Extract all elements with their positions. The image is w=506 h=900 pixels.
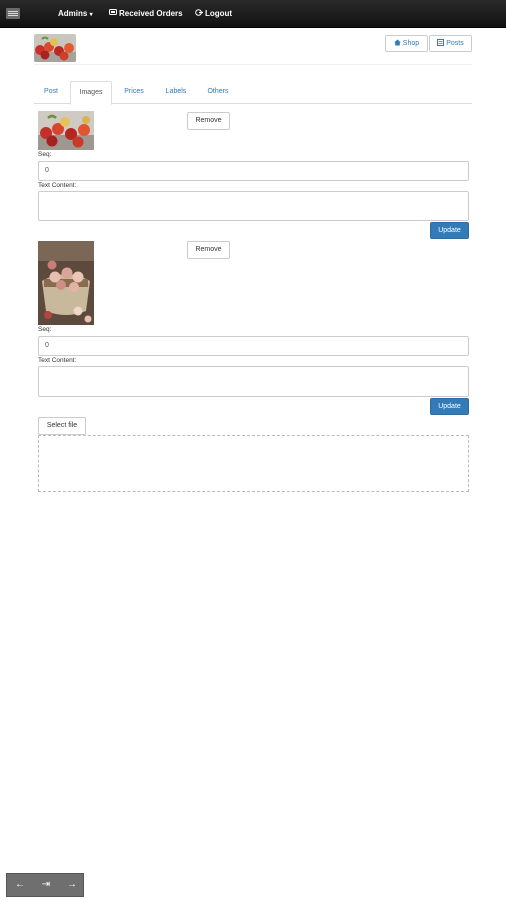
top-navbar: Admins ▾ Received Orders Logout xyxy=(0,0,506,28)
remove-image-2-button[interactable]: Remove xyxy=(187,241,230,259)
tab-prices-label: Prices xyxy=(124,88,144,95)
tab-prices[interactable]: Prices xyxy=(114,81,154,104)
update-label: Update xyxy=(438,403,461,410)
update-image-1-button[interactable]: Update xyxy=(430,222,469,239)
admins-dropdown[interactable]: Admins ▾ xyxy=(58,9,93,18)
forward-arrow-icon[interactable]: → xyxy=(59,874,85,896)
cart-icon xyxy=(109,9,117,18)
text-content-label-1: Text Content: xyxy=(38,182,77,189)
posts-button[interactable]: Posts xyxy=(429,35,472,52)
caret-down-icon: ▾ xyxy=(89,12,93,18)
product-image-1 xyxy=(38,111,94,150)
received-orders-link[interactable]: Received Orders xyxy=(109,9,183,18)
bottom-toolbar: ← ⇥ → xyxy=(6,873,84,897)
admins-label: Admins xyxy=(58,9,88,18)
header-divider xyxy=(34,64,472,65)
seq-label-2: Seq: xyxy=(38,326,52,333)
update-label: Update xyxy=(438,227,461,234)
tab-bar: Post Images Prices Labels Others xyxy=(34,81,472,105)
logout-icon xyxy=(195,9,203,18)
select-file-button[interactable]: Select file xyxy=(38,417,86,435)
select-file-label: Select file xyxy=(46,422,78,429)
update-image-2-button[interactable]: Update xyxy=(430,398,469,415)
home-icon xyxy=(394,39,403,47)
tab-others[interactable]: Others xyxy=(198,81,238,104)
received-orders-label: Received Orders xyxy=(119,9,183,18)
seq-label-1: Seq: xyxy=(38,151,52,158)
text-content-input-2[interactable] xyxy=(38,366,469,397)
tab-images[interactable]: Images xyxy=(70,81,112,105)
remove-image-1-button[interactable]: Remove xyxy=(187,112,230,130)
post-thumbnail xyxy=(34,34,76,62)
tab-labels-label: Labels xyxy=(165,88,187,95)
tab-others-label: Others xyxy=(207,88,229,95)
logout-label: Logout xyxy=(205,9,233,18)
tab-labels[interactable]: Labels xyxy=(156,81,196,104)
posts-label: Posts xyxy=(446,40,464,47)
remove-label: Remove xyxy=(195,117,222,124)
tab-post-label: Post xyxy=(43,88,58,95)
shop-button[interactable]: Shop xyxy=(385,35,428,52)
list-icon xyxy=(437,39,446,47)
shop-label: Shop xyxy=(402,40,420,47)
back-arrow-icon[interactable]: ← xyxy=(7,874,33,896)
menu-icon[interactable] xyxy=(6,8,20,19)
tab-post[interactable]: Post xyxy=(34,81,68,104)
tab-images-label: Images xyxy=(79,89,103,96)
text-content-label-2: Text Content: xyxy=(38,357,77,364)
text-content-input-1[interactable] xyxy=(38,191,469,221)
file-dropzone[interactable] xyxy=(38,435,469,492)
seq-input-1[interactable]: 0 xyxy=(38,161,469,181)
remove-label: Remove xyxy=(195,246,222,253)
product-image-2 xyxy=(38,241,94,325)
logout-link[interactable]: Logout xyxy=(195,9,232,18)
exit-icon[interactable]: ⇥ xyxy=(33,874,59,896)
seq-input-2[interactable]: 0 xyxy=(38,336,469,356)
